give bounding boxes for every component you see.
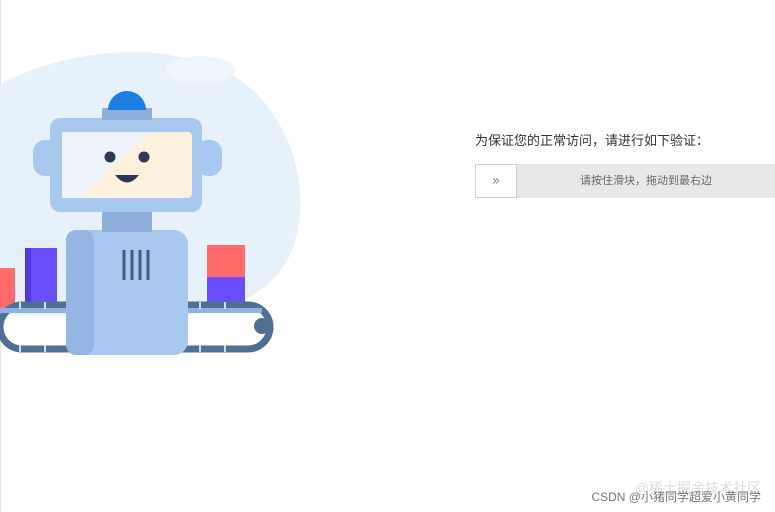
- watermark: @稀土掘金技术社区 CSDN @小猪同学超爱小黄同学: [551, 478, 761, 512]
- box-red-right: [207, 245, 245, 277]
- robot-neck: [102, 212, 152, 232]
- verification-title: 为保证您的正常访问，请进行如下验证：: [475, 134, 710, 149]
- robot-illustration: [0, 51, 301, 355]
- double-chevron-right-icon: »: [491, 173, 501, 189]
- box-red-left: [0, 268, 15, 308]
- robot-eye-left: [104, 151, 116, 163]
- verification-panel: 为保证您的正常访问，请进行如下验证： » 请按住滑块，拖动到最右边: [475, 133, 775, 198]
- box-purple-left-shade: [25, 248, 31, 308]
- slider-handle[interactable]: »: [475, 164, 517, 198]
- slider-hint: 请按住滑块，拖动到最右边: [580, 174, 712, 187]
- robot-eye-right: [138, 151, 150, 163]
- robot-body-shade: [66, 230, 94, 355]
- background-blob-small: [165, 56, 235, 84]
- slider-track[interactable]: » 请按住滑块，拖动到最右边: [475, 164, 775, 198]
- watermark-csdn: CSDN @小猪同学超爱小黄同学: [591, 490, 761, 504]
- conveyor-wheel: [254, 318, 270, 334]
